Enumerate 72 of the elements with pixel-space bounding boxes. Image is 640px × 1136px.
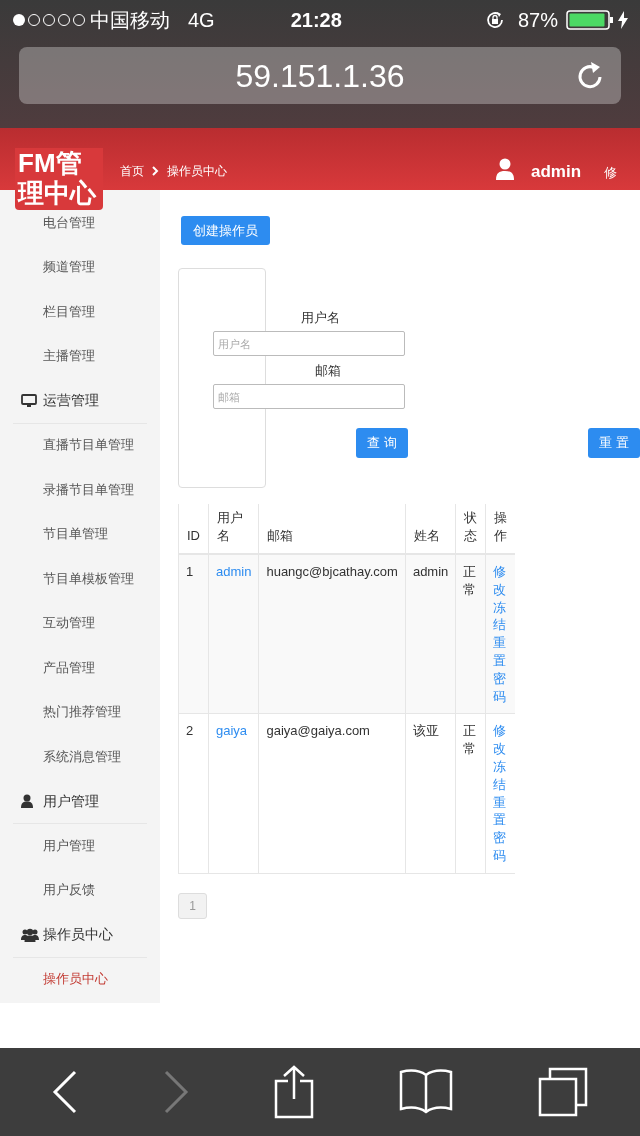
signal-icon [12, 13, 88, 27]
column-header: 状态 [464, 510, 478, 543]
breadcrumb-link[interactable]: 操作员中心 [167, 162, 227, 180]
username-field[interactable]: 用户名 [213, 331, 405, 356]
table-cell: admin [412, 564, 449, 579]
sidebar-item[interactable]: 系统消息管理 [43, 747, 121, 767]
sidebar-item[interactable]: 栏目管理 [43, 302, 95, 322]
sidebar-item[interactable]: 直播节目单管理 [43, 436, 134, 456]
table-cell: 正常 [463, 564, 477, 597]
sidebar-item[interactable]: 频道管理 [43, 258, 95, 278]
sidebar-item[interactable]: 电台管理 [43, 213, 95, 233]
sidebar-item[interactable]: 互动管理 [43, 614, 95, 634]
sidebar-item[interactable]: 操作员中心 [43, 970, 108, 990]
sidebar-item[interactable]: 录播节目单管理 [43, 480, 134, 500]
tabs-icon[interactable] [537, 1067, 588, 1117]
column-header: ID [187, 528, 200, 543]
carrier-name: 中国移动 [90, 7, 170, 34]
battery-icon [566, 10, 614, 30]
sidebar-item[interactable]: 节目单管理 [43, 525, 108, 545]
site-title: FM管理中心 [15, 148, 103, 210]
chevron-right-icon [152, 166, 159, 176]
username-link[interactable]: gaiya [216, 723, 248, 739]
table-cell: gaiya@gaiya.com [266, 723, 370, 739]
column-header: 用户名 [217, 510, 243, 543]
back-icon[interactable] [52, 1070, 79, 1114]
sidebar-group[interactable]: 操作员中心 [43, 924, 113, 946]
sidebar-item[interactable]: 用户反馈 [43, 881, 95, 901]
column-header: 操作 [494, 510, 508, 543]
user-icon [21, 794, 33, 809]
search-button[interactable]: 查 询 [356, 428, 408, 458]
sidebar-item[interactable]: 用户管理 [43, 836, 95, 856]
table-cell: 该亚 [412, 723, 439, 739]
share-icon[interactable] [274, 1065, 314, 1119]
url-text: 59.151.1.36 [235, 56, 405, 96]
charging-icon [618, 11, 628, 29]
action-link[interactable]: 重置密码 [493, 793, 507, 865]
forward-icon[interactable] [163, 1070, 190, 1114]
action-link[interactable]: 重置密码 [493, 634, 507, 706]
table-cell: 2 [186, 723, 194, 739]
user-icon [496, 158, 514, 180]
table-cell: 1 [186, 564, 194, 579]
action-link[interactable]: 冻结 [493, 757, 507, 794]
clock-time: 21:28 [290, 8, 342, 33]
reset-button[interactable]: 重 置 [588, 428, 640, 458]
create-operator-button[interactable]: 创建操作员 [181, 216, 270, 245]
action-link[interactable]: 修改 [493, 563, 507, 599]
bookmarks-icon[interactable] [398, 1069, 453, 1115]
table-cell: huangc@bjcathay.com [266, 564, 398, 579]
column-header: 姓名 [413, 528, 440, 543]
action-link[interactable]: 修改 [493, 722, 507, 758]
sidebar-group[interactable]: 用户管理 [43, 790, 99, 812]
network-type: 4G [188, 8, 215, 33]
address-bar[interactable]: 59.151.1.36 [19, 47, 621, 104]
page-button[interactable]: 1 [178, 892, 207, 919]
users-icon [21, 927, 39, 942]
field-label: 用户名 [300, 310, 340, 325]
table-cell: 正常 [463, 723, 477, 757]
breadcrumb-link[interactable]: 首页 [120, 162, 144, 180]
sidebar-item[interactable]: 产品管理 [43, 658, 95, 678]
change-password-link[interactable]: 修 [604, 163, 617, 183]
action-link[interactable]: 冻结 [493, 598, 507, 635]
sidebar-item[interactable]: 节目单模板管理 [43, 569, 134, 589]
sidebar-group[interactable]: 运营管理 [43, 390, 99, 412]
user-name[interactable]: admin [531, 159, 582, 185]
monitor-icon [21, 393, 37, 408]
sidebar-item[interactable]: 主播管理 [43, 347, 95, 367]
sidebar-item[interactable]: 热门推荐管理 [43, 703, 121, 723]
username-link[interactable]: admin [216, 564, 252, 579]
email-field[interactable]: 邮箱 [213, 384, 405, 409]
battery-percent: 87% [517, 8, 558, 33]
field-label: 邮箱 [315, 363, 341, 378]
column-header: 邮箱 [267, 528, 294, 543]
